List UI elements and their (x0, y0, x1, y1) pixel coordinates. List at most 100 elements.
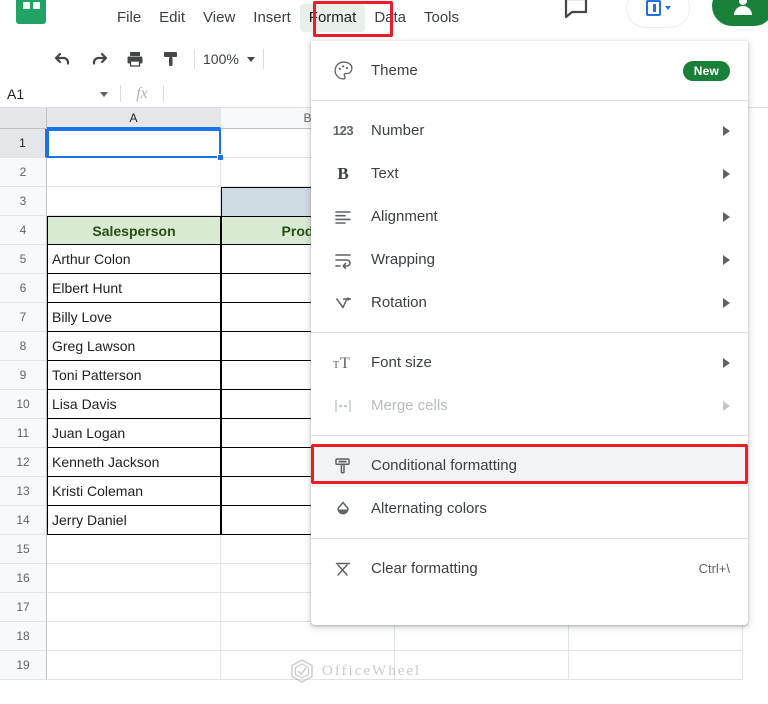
chevron-right-icon (723, 125, 730, 136)
select-all-corner[interactable] (0, 108, 47, 129)
name-box[interactable]: A1 (0, 80, 120, 108)
color-drop-icon (331, 497, 355, 521)
undo-icon[interactable] (48, 44, 78, 74)
cell-a1[interactable] (47, 129, 221, 158)
row-header-10[interactable]: 10 (0, 390, 47, 419)
row-header-14[interactable]: 14 (0, 506, 47, 535)
merge-cells-icon (331, 394, 355, 418)
menu-option-text[interactable]: B Text (311, 152, 748, 195)
row-header-4[interactable]: 4 (0, 216, 47, 245)
menu-option-rotation-label: Rotation (371, 294, 427, 311)
number-123-icon: 123 (332, 123, 354, 138)
row-header-18[interactable]: 18 (0, 622, 47, 651)
menu-item-tools[interactable]: Tools (415, 4, 468, 32)
align-left-icon (331, 205, 355, 229)
cell-a2[interactable] (47, 158, 221, 187)
menu-option-theme[interactable]: Theme New (311, 49, 748, 92)
menu-option-alternating-colors-label: Alternating colors (371, 500, 487, 517)
upload-icon (645, 0, 661, 16)
menu-option-alignment[interactable]: Alignment (311, 195, 748, 238)
cell-b19[interactable] (221, 651, 395, 680)
menu-option-alternating-colors[interactable]: Alternating colors (311, 487, 748, 530)
font-size-icon: T T (331, 351, 355, 375)
cell-a13[interactable]: Kristi Coleman (47, 477, 221, 506)
present-upload-button[interactable] (626, 0, 690, 28)
cell-a11[interactable]: Juan Logan (47, 419, 221, 448)
menu-option-clear-formatting[interactable]: Clear formatting Ctrl+\ (311, 547, 748, 590)
cell-a10[interactable]: Lisa Davis (47, 390, 221, 419)
row-header-12[interactable]: 12 (0, 448, 47, 477)
cell-a12[interactable]: Kenneth Jackson (47, 448, 221, 477)
row-header-5[interactable]: 5 (0, 245, 47, 274)
cell-a18[interactable] (47, 622, 221, 651)
share-button[interactable] (712, 0, 768, 26)
paint-format-icon[interactable] (156, 44, 186, 74)
row-header-9[interactable]: 9 (0, 361, 47, 390)
menu-option-wrapping-label: Wrapping (371, 251, 435, 268)
svg-text:T: T (333, 360, 339, 371)
cell-a19[interactable] (47, 651, 221, 680)
chevron-right-icon (723, 297, 730, 308)
print-icon[interactable] (120, 44, 150, 74)
menu-option-rotation[interactable]: Rotation (311, 281, 748, 324)
cell-d19[interactable] (569, 651, 743, 680)
cell-a4-header[interactable]: Salesperson (47, 216, 221, 245)
menu-option-alignment-label: Alignment (371, 208, 438, 225)
row-header-3[interactable]: 3 (0, 187, 47, 216)
menu-item-data[interactable]: Data (365, 4, 415, 32)
cell-a8[interactable]: Greg Lawson (47, 332, 221, 361)
menu-divider (311, 100, 748, 101)
column-header-a[interactable]: A (47, 108, 221, 129)
row-header-6[interactable]: 6 (0, 274, 47, 303)
zoom-control[interactable]: 100% (203, 51, 255, 67)
redo-icon[interactable] (84, 44, 114, 74)
menu-items: File Edit View Insert Format Data Tools (108, 4, 468, 32)
row-header-15[interactable]: 15 (0, 535, 47, 564)
name-box-value: A1 (7, 85, 25, 102)
cell-b18[interactable] (221, 622, 395, 651)
fill-handle[interactable] (217, 154, 224, 161)
menu-option-font-size[interactable]: T T Font size (311, 341, 748, 384)
menu-option-conditional-formatting-label: Conditional formatting (371, 457, 517, 474)
row-header-13[interactable]: 13 (0, 477, 47, 506)
menu-item-insert[interactable]: Insert (244, 4, 300, 32)
menu-option-number-label: Number (371, 122, 425, 139)
cell-a9[interactable]: Toni Patterson (47, 361, 221, 390)
menu-item-view[interactable]: View (194, 4, 244, 32)
cell-a15[interactable] (47, 535, 221, 564)
conditional-formatting-wrapper: Conditional formatting (311, 444, 748, 487)
menu-option-number[interactable]: 123 Number (311, 109, 748, 152)
cell-c18[interactable] (395, 622, 569, 651)
cell-d18[interactable] (569, 622, 743, 651)
menu-option-wrapping[interactable]: Wrapping (311, 238, 748, 281)
cell-a5[interactable]: Arthur Colon (47, 245, 221, 274)
row-header-16[interactable]: 16 (0, 564, 47, 593)
format-dropdown-menu: Theme New 123 Number B Text Alignment Wr… (311, 41, 748, 625)
row-header-11[interactable]: 11 (0, 419, 47, 448)
row-header-17[interactable]: 17 (0, 593, 47, 622)
sheets-logo-icon[interactable] (16, 0, 46, 24)
cell-c19[interactable] (395, 651, 569, 680)
toolbar-divider (262, 49, 264, 69)
row-header-2[interactable]: 2 (0, 158, 47, 187)
menu-item-edit[interactable]: Edit (150, 4, 194, 32)
cell-a7[interactable]: Billy Love (47, 303, 221, 332)
cell-a17[interactable] (47, 593, 221, 622)
cell-a6[interactable]: Elbert Hunt (47, 274, 221, 303)
menu-divider (311, 435, 748, 436)
row-header-19[interactable]: 19 (0, 651, 47, 680)
menu-option-conditional-formatting[interactable]: Conditional formatting (311, 444, 748, 487)
menu-item-format[interactable]: Format (299, 4, 366, 32)
menu-bar: File Edit View Insert Format Data Tools (0, 0, 768, 38)
svg-text:T: T (340, 355, 350, 372)
cell-a14[interactable]: Jerry Daniel (47, 506, 221, 535)
row-header-1[interactable]: 1 (0, 129, 47, 158)
chevron-right-icon (723, 168, 730, 179)
row-header-8[interactable]: 8 (0, 332, 47, 361)
wrap-text-icon (331, 248, 355, 272)
row-header-7[interactable]: 7 (0, 303, 47, 332)
comment-icon[interactable] (563, 0, 589, 20)
cell-a3[interactable] (47, 187, 221, 216)
cell-a16[interactable] (47, 564, 221, 593)
menu-item-file[interactable]: File (108, 4, 150, 32)
